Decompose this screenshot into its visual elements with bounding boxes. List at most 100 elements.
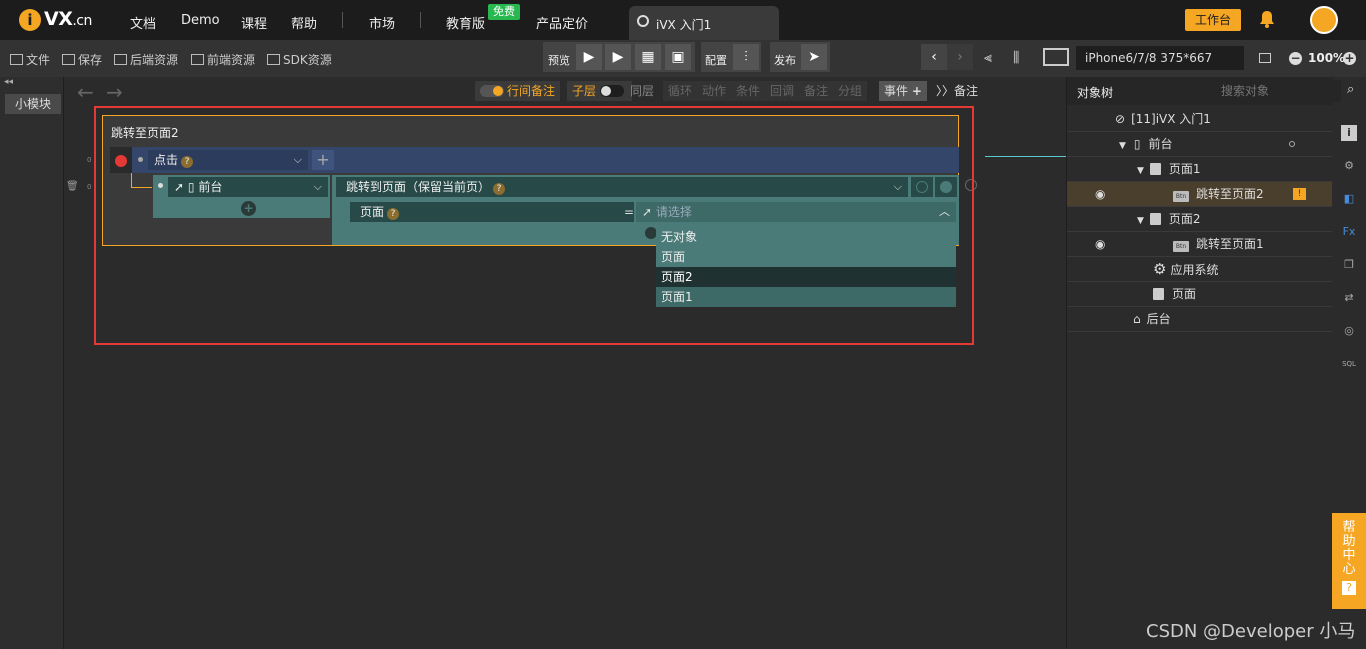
eye-icon[interactable]: ◉ bbox=[1095, 232, 1105, 257]
tree-item-page1[interactable]: ▼ 页面1 bbox=[1067, 157, 1332, 182]
tree-item-project[interactable]: ⊘ [11]iVX 入门1 bbox=[1067, 107, 1332, 132]
book-icon bbox=[267, 54, 280, 65]
qr-button[interactable]: ▦ bbox=[635, 44, 661, 70]
tree-item-label: 页面1 bbox=[1168, 162, 1201, 176]
align-left-icon[interactable]: ⫷ bbox=[984, 50, 992, 66]
add-event-button[interactable]: 事件 + bbox=[879, 81, 927, 101]
link-icon: ⊘ bbox=[1115, 112, 1126, 126]
double-chevron-icon: 〉〉 bbox=[936, 84, 955, 98]
tree-item-label: 跳转至页面2 bbox=[1196, 187, 1264, 201]
sdk-resources-button[interactable]: SDK资源 bbox=[267, 51, 332, 68]
tree-item-backend[interactable]: ⌂ 后台 bbox=[1067, 307, 1332, 332]
logo-text[interactable]: VX.cn bbox=[44, 8, 92, 30]
notes-label: 备注 bbox=[954, 84, 979, 98]
avatar[interactable] bbox=[1310, 6, 1338, 34]
callback-button[interactable]: 回调 bbox=[765, 81, 800, 101]
copy-icon[interactable]: ❐ bbox=[1341, 257, 1357, 273]
bell-icon[interactable] bbox=[1259, 10, 1275, 28]
chevron-left-icon[interactable]: ‹ bbox=[921, 44, 947, 70]
grid-icon bbox=[114, 54, 127, 65]
event-label: 事件 bbox=[884, 84, 909, 98]
zoom-level: 100% bbox=[1308, 51, 1346, 65]
step-play-button[interactable]: ▶ bbox=[605, 44, 631, 70]
logo-icon[interactable]: i bbox=[19, 9, 41, 31]
screenshot-icon[interactable] bbox=[1259, 53, 1271, 63]
search-icon[interactable]: ⌕ bbox=[1347, 82, 1354, 97]
device-icon[interactable] bbox=[1043, 48, 1069, 66]
sdk-resources-label: SDK资源 bbox=[283, 53, 332, 67]
info-icon[interactable]: i bbox=[1341, 125, 1357, 141]
search-input[interactable] bbox=[1217, 80, 1341, 102]
button-icon: Btn bbox=[1173, 241, 1189, 252]
triangle-down-icon: ▼ bbox=[1137, 166, 1144, 176]
tree-item-label: 前台 bbox=[1148, 137, 1173, 151]
save-label: 保存 bbox=[78, 53, 103, 67]
qr-alt-button[interactable]: ▣ bbox=[665, 44, 691, 70]
device-select[interactable]: iPhone6/7/8 375*667 bbox=[1076, 46, 1244, 70]
nav-education[interactable]: 教育版 bbox=[446, 13, 485, 32]
sql-icon[interactable]: SQL bbox=[1341, 356, 1357, 372]
info-badge-icon[interactable]: ! bbox=[1293, 188, 1306, 200]
inline-note-toggle[interactable]: 行间备注 bbox=[475, 81, 561, 101]
tree-item-label: 应用系统 bbox=[1170, 263, 1219, 277]
trash-icon[interactable]: 🗑 bbox=[66, 181, 79, 192]
file-label: 文件 bbox=[26, 53, 51, 67]
zoom-in-button[interactable]: + bbox=[1343, 52, 1356, 65]
action-button[interactable]: 动作 bbox=[697, 81, 732, 101]
play-button[interactable]: ▶ bbox=[576, 44, 602, 70]
toggle-icon bbox=[480, 85, 504, 97]
nav-pricing[interactable]: 产品定价 bbox=[536, 13, 588, 32]
nav-courses[interactable]: 课程 bbox=[241, 13, 267, 32]
save-button[interactable]: 保存 bbox=[62, 51, 102, 68]
nav-market[interactable]: 市场 bbox=[369, 13, 395, 32]
nav-demo[interactable]: Demo bbox=[181, 13, 220, 28]
group-button[interactable]: 分组 bbox=[833, 81, 868, 101]
cube-icon[interactable]: ◎ bbox=[1341, 323, 1357, 339]
frontend-resources-button[interactable]: 前端资源 bbox=[191, 51, 255, 68]
tree-item-frontend[interactable]: ▼ ▯ 前台 bbox=[1067, 132, 1332, 157]
tree-item-page[interactable]: 页面 bbox=[1067, 282, 1332, 307]
child-layer-label: 子层 bbox=[572, 84, 597, 98]
top-navbar: i VX.cn 文档 Demo 课程 帮助 市场 教育版 免费 产品定价 iVX… bbox=[0, 0, 1366, 40]
row-number: 0 bbox=[87, 183, 92, 191]
nav-help[interactable]: 帮助 bbox=[291, 13, 317, 32]
tree-item-jump-to-page2[interactable]: ◉ Btn 跳转至页面2! bbox=[1067, 182, 1332, 207]
chat-icon[interactable]: ◧ bbox=[1341, 191, 1357, 207]
child-layer-toggle[interactable]: 子层 bbox=[567, 81, 632, 101]
align-center-icon[interactable]: ⫼ bbox=[1013, 50, 1019, 66]
status-dot-icon bbox=[1289, 141, 1295, 147]
forward-arrow-icon[interactable]: → bbox=[106, 80, 123, 104]
settings-icon[interactable]: ⚙ bbox=[1341, 158, 1357, 174]
guide-line bbox=[985, 156, 1066, 157]
loop-button[interactable]: 循环 bbox=[663, 81, 698, 101]
object-tree-tab[interactable]: 对象树 bbox=[1077, 84, 1113, 101]
back-arrow-icon[interactable]: ← bbox=[77, 80, 94, 104]
note-button[interactable]: 备注 bbox=[799, 81, 834, 101]
server-icon: ⌂ bbox=[1133, 312, 1141, 326]
button-icon: Btn bbox=[1173, 191, 1189, 202]
tree-item-jump-to-page1[interactable]: ◉ Btn 跳转至页面1 bbox=[1067, 232, 1332, 257]
file-menu[interactable]: 文件 bbox=[10, 51, 50, 68]
tree-item-label: 后台 bbox=[1146, 312, 1171, 326]
sliders-button[interactable]: ⫶ bbox=[733, 44, 759, 70]
eye-icon[interactable]: ◉ bbox=[1095, 182, 1105, 207]
swap-icon[interactable]: ⇄ bbox=[1341, 290, 1357, 306]
collapse-icon[interactable]: ◂◂ bbox=[4, 77, 13, 87]
notes-panel-button[interactable]: 〉〉备注 bbox=[931, 81, 983, 101]
tree-item-app-system[interactable]: ⚙ 应用系统 bbox=[1067, 257, 1332, 282]
nav-docs[interactable]: 文档 bbox=[130, 13, 156, 32]
same-layer-label[interactable]: 同层 bbox=[625, 81, 659, 101]
tree-item-label: [11]iVX 入门1 bbox=[1131, 112, 1211, 126]
chevron-right-icon[interactable]: › bbox=[947, 44, 973, 70]
function-icon[interactable]: Fx bbox=[1341, 224, 1357, 240]
object-tree-panel: 对象树 ⌕ ⊘ [11]iVX 入门1 ▼ ▯ 前台 ▼ 页面1 ◉ Btn 跳转至页面2!… bbox=[1066, 77, 1366, 649]
send-button[interactable]: ➤ bbox=[801, 44, 827, 70]
help-center-button[interactable]: 帮助中心 ? bbox=[1332, 513, 1366, 609]
backend-resources-button[interactable]: 后端资源 bbox=[114, 51, 178, 68]
tab-project[interactable]: iVX 入门1 bbox=[629, 6, 779, 40]
small-module-button[interactable]: 小模块 bbox=[5, 94, 61, 114]
zoom-out-button[interactable]: − bbox=[1289, 52, 1302, 65]
tree-item-page2[interactable]: ▼ 页面2 bbox=[1067, 207, 1332, 232]
workbench-button[interactable]: 工作台 bbox=[1185, 9, 1241, 31]
condition-button[interactable]: 条件 bbox=[731, 81, 766, 101]
